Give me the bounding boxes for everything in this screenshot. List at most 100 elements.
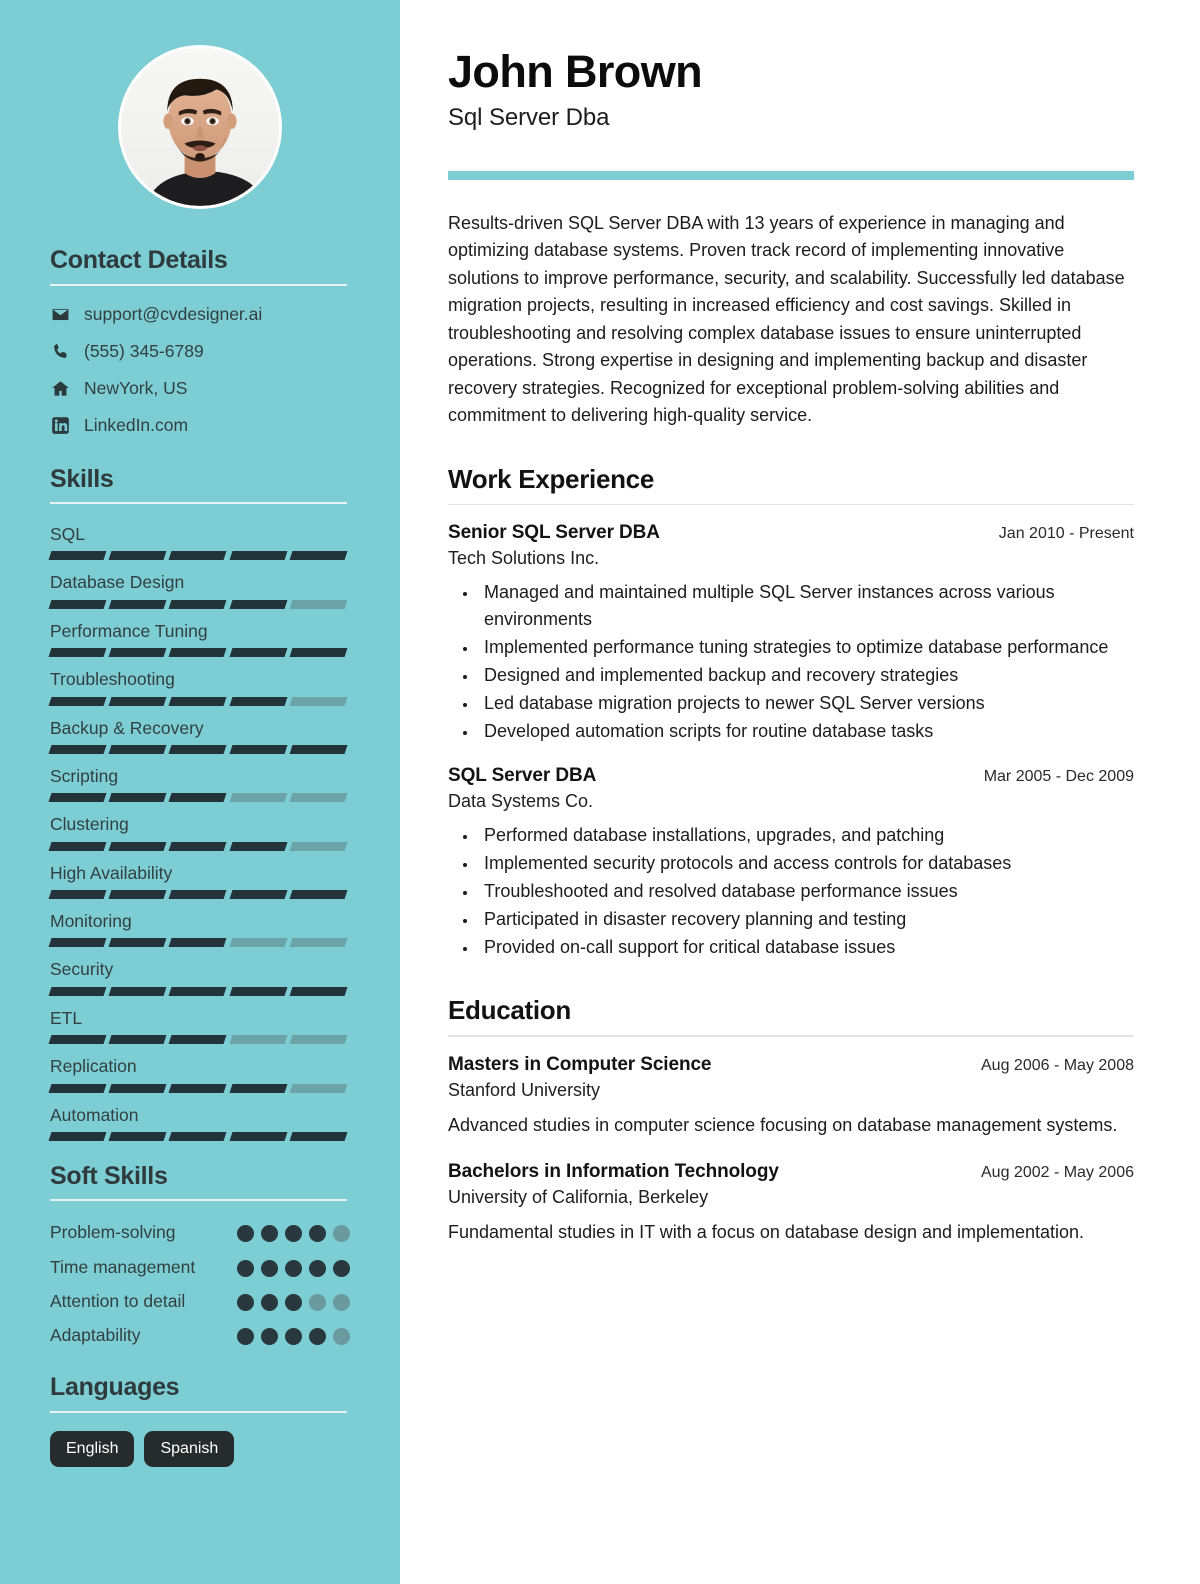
list-item: Led database migration projects to newer… — [478, 690, 1134, 717]
languages-section: Languages English Spanish — [50, 1374, 350, 1467]
work-entry-company: Tech Solutions Inc. — [448, 548, 600, 569]
skill-item: High Availability — [48, 861, 350, 899]
education-section: Education Masters in Computer Science Aug… — [448, 995, 1134, 1246]
avatar-photo — [121, 48, 279, 206]
skill-bar-segment — [229, 1131, 288, 1141]
skill-level-bar — [48, 744, 348, 754]
skill-bar-segment — [289, 841, 348, 851]
skill-item: Automation — [48, 1103, 350, 1141]
education-entry-description: Fundamental studies in IT with a focus o… — [448, 1221, 1085, 1242]
skill-level-bar — [48, 938, 348, 948]
contact-item-email[interactable]: support@cvdesigner.ai — [50, 304, 350, 325]
sidebar: Contact Details support@cvdesigner.ai (5… — [0, 0, 400, 1584]
languages-tag-list: English Spanish — [50, 1430, 350, 1467]
avatar-wrapper — [50, 45, 350, 209]
skill-item: ETL — [48, 1006, 350, 1045]
skill-bar-segment — [168, 793, 228, 803]
skill-bar-segment — [168, 1083, 228, 1093]
avatar — [118, 45, 282, 209]
rating-dot — [309, 1225, 326, 1243]
skill-bar-segment — [108, 986, 167, 996]
skill-level-bar — [48, 551, 348, 561]
skill-bar-segment — [48, 1035, 107, 1045]
rating-dot — [237, 1293, 254, 1311]
skill-label: Security — [50, 959, 114, 980]
skill-bar-segment — [48, 551, 107, 561]
skill-bar-segment — [108, 1035, 167, 1045]
rating-dot — [309, 1293, 326, 1311]
skill-bar-segment — [168, 1035, 228, 1045]
skills-list: SQL Database Design Performance Tuning Trou… — [48, 522, 350, 1141]
skill-item: Scripting — [48, 764, 350, 803]
skill-bar-segment — [229, 599, 288, 609]
education-entry: Bachelors in Information Technology Aug 2… — [448, 1161, 1134, 1246]
work-entry-date: Jan 2010 - Present — [998, 525, 1134, 543]
education-entry-school: University of California, Berkeley — [448, 1186, 709, 1207]
work-entry-title: Senior SQL Server DBA — [448, 522, 660, 544]
skills-section: Skills SQL Database Design Performance Tun… — [48, 465, 350, 1141]
skill-label: Replication — [50, 1056, 137, 1077]
work-entry-title: SQL Server DBA — [448, 765, 597, 787]
skill-bar-segment — [168, 986, 228, 996]
skill-bar-segment — [229, 744, 288, 754]
soft-skills-heading: Soft Skills — [50, 1161, 168, 1190]
list-item: Designed and implemented backup and reco… — [478, 662, 1134, 689]
skill-item: Database Design — [48, 570, 350, 609]
education-entry-degree: Masters in Computer Science — [448, 1053, 712, 1075]
skill-bar-segment — [229, 696, 288, 706]
skill-bar-segment — [48, 696, 107, 706]
rating-dot — [333, 1225, 350, 1243]
skill-item: Backup & Recovery — [48, 716, 350, 754]
skill-bar-segment — [229, 1035, 288, 1045]
contact-item-linkedin[interactable]: LinkedIn.com — [50, 415, 350, 436]
skill-bar-segment — [229, 1083, 288, 1093]
skill-bar-segment — [48, 599, 107, 609]
skill-label: Automation — [50, 1104, 139, 1125]
education-entry-description: Advanced studies in computer science foc… — [448, 1114, 1118, 1135]
skill-bar-segment — [108, 890, 167, 899]
home-icon — [50, 378, 71, 399]
rating-dot — [333, 1293, 350, 1311]
language-tag: Spanish — [144, 1430, 235, 1467]
soft-skill-row: Attention to detail — [50, 1288, 350, 1314]
skill-bar-segment — [168, 599, 228, 609]
list-item: Provided on-call support for critical da… — [478, 934, 1134, 961]
skill-label: Clustering — [50, 814, 129, 835]
rating-dot — [285, 1328, 302, 1346]
skill-bar-segment — [168, 551, 228, 561]
skill-bar-segment — [48, 793, 107, 803]
skill-bar-segment — [168, 744, 228, 754]
linkedin-icon — [50, 415, 71, 436]
contact-value-phone: (555) 345-6789 — [84, 340, 204, 361]
skill-level-bar — [48, 793, 348, 803]
rating-dot — [261, 1293, 278, 1311]
soft-skills-divider — [50, 1199, 347, 1202]
contact-item-location[interactable]: NewYork, US — [50, 378, 350, 399]
skill-level-bar — [48, 1083, 348, 1093]
skill-bar-segment — [289, 793, 348, 803]
envelope-icon — [50, 304, 71, 325]
rating-dot — [237, 1225, 254, 1243]
skill-bar-segment — [168, 1131, 228, 1141]
education-entry-degree: Bachelors in Information Technology — [448, 1160, 779, 1182]
skill-bar-segment — [168, 890, 228, 899]
skill-level-bar — [48, 986, 348, 996]
skill-label: Troubleshooting — [50, 669, 175, 690]
languages-divider — [50, 1410, 347, 1413]
skill-level-bar — [48, 696, 348, 706]
skill-bar-segment — [48, 890, 107, 899]
skill-label: Monitoring — [50, 911, 132, 931]
skill-label: SQL — [50, 524, 86, 544]
skill-bar-segment — [168, 841, 228, 851]
rating-dot — [333, 1328, 350, 1346]
skill-bar-segment — [48, 938, 107, 948]
rating-dot — [309, 1328, 326, 1346]
skill-level-bar — [48, 648, 348, 658]
work-entry-bullets: Performed database installations, upgrad… — [478, 822, 1134, 961]
skill-label: Backup & Recovery — [50, 717, 204, 738]
list-item: Performed database installations, upgrad… — [478, 822, 1134, 849]
skill-item: SQL — [48, 522, 350, 561]
contact-item-phone[interactable]: (555) 345-6789 — [50, 341, 350, 362]
rating-dot — [285, 1225, 302, 1243]
skill-label: Performance Tuning — [50, 620, 208, 641]
